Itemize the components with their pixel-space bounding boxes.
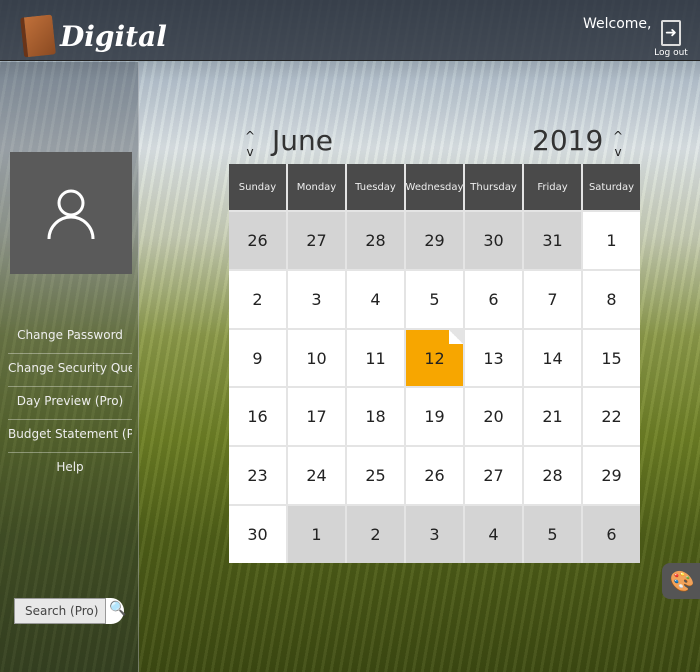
day-cell[interactable]: 14 [524, 329, 581, 387]
sidebar: Change Password Change Security Question… [0, 62, 139, 672]
day-cell[interactable]: 30 [465, 212, 522, 269]
menu-day-preview[interactable]: Day Preview (Pro) [8, 387, 132, 420]
day-cell[interactable]: 29 [406, 212, 463, 269]
sidebar-menu: Change Password Change Security Question… [8, 321, 132, 486]
weekday-header: Tuesday [347, 164, 404, 210]
search-bar: Search (Pro) 🔍 [14, 598, 126, 624]
app-logo: Digital [60, 20, 167, 53]
day-cell[interactable]: 6 [465, 270, 522, 328]
year-down-arrow[interactable]: v [611, 146, 625, 158]
avatar[interactable] [10, 152, 132, 274]
logout-icon: ➜ [661, 20, 681, 46]
day-cell[interactable]: 16 [229, 388, 286, 446]
menu-budget-statement[interactable]: Budget Statement (Pro) [8, 420, 132, 453]
day-cell[interactable]: 23 [229, 447, 286, 505]
day-cell[interactable]: 2 [229, 270, 286, 328]
search-icon[interactable]: 🔍 [109, 601, 126, 617]
weekday-header: Saturday [583, 164, 640, 210]
day-cell[interactable]: 9 [229, 329, 286, 387]
day-cell[interactable]: 19 [406, 388, 463, 446]
day-cell[interactable]: 27 [288, 212, 345, 269]
day-cell[interactable]: 28 [347, 212, 404, 269]
menu-change-security-questions[interactable]: Change Security Questions [8, 354, 132, 387]
calendar-grid: Sunday Monday Tuesday Wednesday Thursday Frid… [229, 164, 640, 563]
year-label: 2019 [532, 124, 604, 157]
day-cell[interactable]: 13 [465, 329, 522, 387]
day-cell[interactable]: 28 [524, 447, 581, 505]
day-cell[interactable]: 4 [465, 506, 522, 563]
day-cell[interactable]: 3 [406, 506, 463, 563]
month-label: June [272, 124, 333, 157]
weekday-header: Monday [288, 164, 345, 210]
day-cell[interactable]: 26 [406, 447, 463, 505]
day-cell[interactable]: 24 [288, 447, 345, 505]
month-up-arrow[interactable]: ^ [243, 130, 257, 142]
day-cell[interactable]: 5 [406, 270, 463, 328]
weekday-header: Friday [524, 164, 581, 210]
day-cell[interactable]: 26 [229, 212, 286, 269]
menu-help[interactable]: Help [8, 453, 132, 486]
year-up-arrow[interactable]: ^ [611, 130, 625, 142]
day-cell[interactable]: 1 [288, 506, 345, 563]
day-cell[interactable]: 4 [347, 270, 404, 328]
day-cell-today[interactable]: 12 [406, 329, 463, 387]
day-cell[interactable]: 27 [465, 447, 522, 505]
day-cell[interactable]: 15 [583, 329, 640, 387]
day-cell[interactable]: 5 [524, 506, 581, 563]
day-cell[interactable]: 21 [524, 388, 581, 446]
day-cell[interactable]: 3 [288, 270, 345, 328]
weekday-header: Thursday [465, 164, 522, 210]
day-cell[interactable]: 31 [524, 212, 581, 269]
day-cell[interactable]: 22 [583, 388, 640, 446]
palette-icon[interactable]: 🎨 [662, 563, 700, 599]
day-cell[interactable]: 2 [347, 506, 404, 563]
welcome-text: Welcome, [583, 16, 652, 32]
day-cell[interactable]: 25 [347, 447, 404, 505]
day-cell[interactable]: 6 [583, 506, 640, 563]
weekday-header: Wednesday [406, 164, 463, 210]
day-cell[interactable]: 29 [583, 447, 640, 505]
logout-button[interactable]: ➜ Log out [654, 20, 688, 58]
day-cell[interactable]: 18 [347, 388, 404, 446]
day-cell[interactable]: 30 [229, 506, 286, 563]
month-down-arrow[interactable]: v [243, 146, 257, 158]
search-input[interactable]: Search (Pro) [14, 598, 106, 624]
menu-change-password[interactable]: Change Password [8, 321, 132, 354]
day-cell[interactable]: 8 [583, 270, 640, 328]
book-logo-icon [19, 14, 57, 58]
day-cell[interactable]: 7 [524, 270, 581, 328]
day-cell[interactable]: 20 [465, 388, 522, 446]
top-bar: Digital Welcome, ➜ Log out [0, 0, 700, 61]
day-cell[interactable]: 1 [583, 212, 640, 269]
weekday-header: Sunday [229, 164, 286, 210]
logout-label: Log out [654, 48, 688, 58]
day-cell[interactable]: 10 [288, 329, 345, 387]
day-cell[interactable]: 11 [347, 329, 404, 387]
day-cell[interactable]: 17 [288, 388, 345, 446]
user-icon [47, 189, 95, 240]
